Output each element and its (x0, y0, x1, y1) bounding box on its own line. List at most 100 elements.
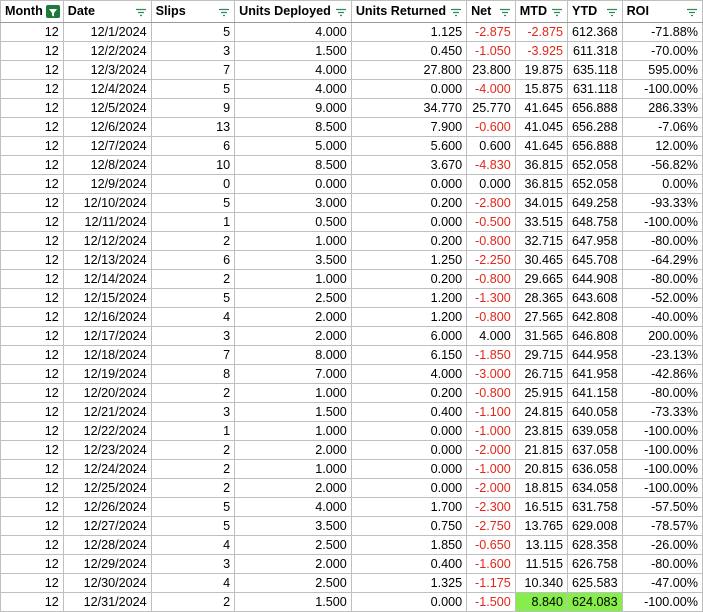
cell-roi[interactable]: -71.88% (621, 22, 703, 42)
cell-slips[interactable]: 3 (150, 326, 236, 346)
cell-date[interactable]: 12/24/2024 (62, 459, 152, 479)
cell-units-returned[interactable]: 0.200 (350, 383, 468, 403)
column-header-roi[interactable]: ROI (621, 0, 703, 23)
cell-mtd[interactable]: 41.645 (514, 98, 569, 118)
cell-units-returned[interactable]: 4.000 (350, 364, 468, 384)
cell-roi[interactable]: -52.00% (621, 288, 703, 308)
cell-roi[interactable]: -100.00% (621, 79, 703, 99)
cell-roi[interactable]: -78.57% (621, 516, 703, 536)
cell-ytd[interactable]: 631.758 (567, 497, 623, 517)
cell-month[interactable]: 12 (0, 212, 64, 232)
filter-funnel-icon[interactable] (550, 5, 564, 18)
cell-date[interactable]: 12/13/2024 (62, 250, 152, 270)
cell-slips[interactable]: 10 (150, 155, 236, 175)
cell-units-deployed[interactable]: 1.500 (234, 41, 352, 61)
cell-units-returned[interactable]: 1.125 (350, 22, 468, 42)
cell-month[interactable]: 12 (0, 402, 64, 422)
cell-month[interactable]: 12 (0, 60, 64, 80)
cell-mtd[interactable]: 30.465 (514, 250, 569, 270)
cell-date[interactable]: 12/26/2024 (62, 497, 152, 517)
cell-units-deployed[interactable]: 2.000 (234, 307, 352, 327)
cell-ytd[interactable]: 626.758 (567, 554, 623, 574)
cell-ytd[interactable]: 646.808 (567, 326, 623, 346)
cell-net[interactable]: -4.000 (466, 79, 516, 99)
cell-date[interactable]: 12/21/2024 (62, 402, 152, 422)
cell-units-deployed[interactable]: 3.500 (234, 516, 352, 536)
cell-mtd[interactable]: 28.365 (514, 288, 569, 308)
cell-units-deployed[interactable]: 0.500 (234, 212, 352, 232)
cell-units-deployed[interactable]: 8.000 (234, 345, 352, 365)
cell-date[interactable]: 12/15/2024 (62, 288, 152, 308)
cell-units-deployed[interactable]: 1.000 (234, 459, 352, 479)
cell-mtd[interactable]: 21.815 (514, 440, 569, 460)
column-header-slips[interactable]: Slips (150, 0, 236, 23)
cell-net[interactable]: -1.175 (466, 573, 516, 593)
cell-units-deployed[interactable]: 4.000 (234, 60, 352, 80)
cell-date[interactable]: 12/3/2024 (62, 60, 152, 80)
filter-funnel-icon[interactable] (134, 5, 148, 18)
cell-date[interactable]: 12/22/2024 (62, 421, 152, 441)
cell-net[interactable]: -3.000 (466, 364, 516, 384)
cell-month[interactable]: 12 (0, 41, 64, 61)
cell-ytd[interactable]: 624.083 (567, 592, 623, 612)
cell-roi[interactable]: -7.06% (621, 117, 703, 137)
cell-units-deployed[interactable]: 2.000 (234, 478, 352, 498)
cell-units-deployed[interactable]: 7.000 (234, 364, 352, 384)
cell-slips[interactable]: 6 (150, 250, 236, 270)
cell-units-deployed[interactable]: 2.000 (234, 326, 352, 346)
cell-units-returned[interactable]: 3.670 (350, 155, 468, 175)
cell-date[interactable]: 12/16/2024 (62, 307, 152, 327)
cell-ytd[interactable]: 640.058 (567, 402, 623, 422)
cell-net[interactable]: -2.300 (466, 497, 516, 517)
cell-slips[interactable]: 2 (150, 440, 236, 460)
cell-slips[interactable]: 13 (150, 117, 236, 137)
cell-ytd[interactable]: 628.358 (567, 535, 623, 555)
cell-mtd[interactable]: 11.515 (514, 554, 569, 574)
cell-units-deployed[interactable]: 2.000 (234, 440, 352, 460)
cell-units-deployed[interactable]: 8.500 (234, 117, 352, 137)
cell-units-deployed[interactable]: 0.000 (234, 174, 352, 194)
cell-units-returned[interactable]: 5.600 (350, 136, 468, 156)
filter-funnel-icon[interactable] (498, 5, 512, 18)
cell-units-returned[interactable]: 1.325 (350, 573, 468, 593)
cell-ytd[interactable]: 636.058 (567, 459, 623, 479)
cell-ytd[interactable]: 629.008 (567, 516, 623, 536)
cell-units-returned[interactable]: 0.000 (350, 478, 468, 498)
cell-month[interactable]: 12 (0, 288, 64, 308)
cell-slips[interactable]: 7 (150, 60, 236, 80)
cell-mtd[interactable]: 32.715 (514, 231, 569, 251)
cell-ytd[interactable]: 612.368 (567, 22, 623, 42)
cell-roi[interactable]: -64.29% (621, 250, 703, 270)
cell-units-deployed[interactable]: 4.000 (234, 22, 352, 42)
cell-net[interactable]: -2.000 (466, 440, 516, 460)
cell-mtd[interactable]: 23.815 (514, 421, 569, 441)
cell-date[interactable]: 12/14/2024 (62, 269, 152, 289)
cell-ytd[interactable]: 625.583 (567, 573, 623, 593)
cell-units-deployed[interactable]: 3.500 (234, 250, 352, 270)
cell-date[interactable]: 12/23/2024 (62, 440, 152, 460)
cell-month[interactable]: 12 (0, 573, 64, 593)
cell-month[interactable]: 12 (0, 98, 64, 118)
column-header-month[interactable]: Month (0, 0, 64, 23)
cell-month[interactable]: 12 (0, 478, 64, 498)
cell-date[interactable]: 12/9/2024 (62, 174, 152, 194)
cell-net[interactable]: -1.300 (466, 288, 516, 308)
filter-active-icon[interactable] (45, 5, 60, 18)
column-header-net[interactable]: Net (466, 0, 516, 23)
cell-units-returned[interactable]: 6.000 (350, 326, 468, 346)
cell-ytd[interactable]: 644.958 (567, 345, 623, 365)
cell-date[interactable]: 12/18/2024 (62, 345, 152, 365)
cell-units-returned[interactable]: 0.200 (350, 193, 468, 213)
cell-date[interactable]: 12/28/2024 (62, 535, 152, 555)
cell-roi[interactable]: -80.00% (621, 554, 703, 574)
cell-roi[interactable]: 200.00% (621, 326, 703, 346)
cell-units-deployed[interactable]: 1.000 (234, 421, 352, 441)
filter-funnel-icon[interactable] (449, 5, 463, 18)
cell-slips[interactable]: 7 (150, 345, 236, 365)
cell-units-deployed[interactable]: 3.000 (234, 193, 352, 213)
cell-date[interactable]: 12/19/2024 (62, 364, 152, 384)
cell-net[interactable]: -2.875 (466, 22, 516, 42)
cell-units-returned[interactable]: 6.150 (350, 345, 468, 365)
cell-units-deployed[interactable]: 1.000 (234, 231, 352, 251)
cell-mtd[interactable]: 18.815 (514, 478, 569, 498)
